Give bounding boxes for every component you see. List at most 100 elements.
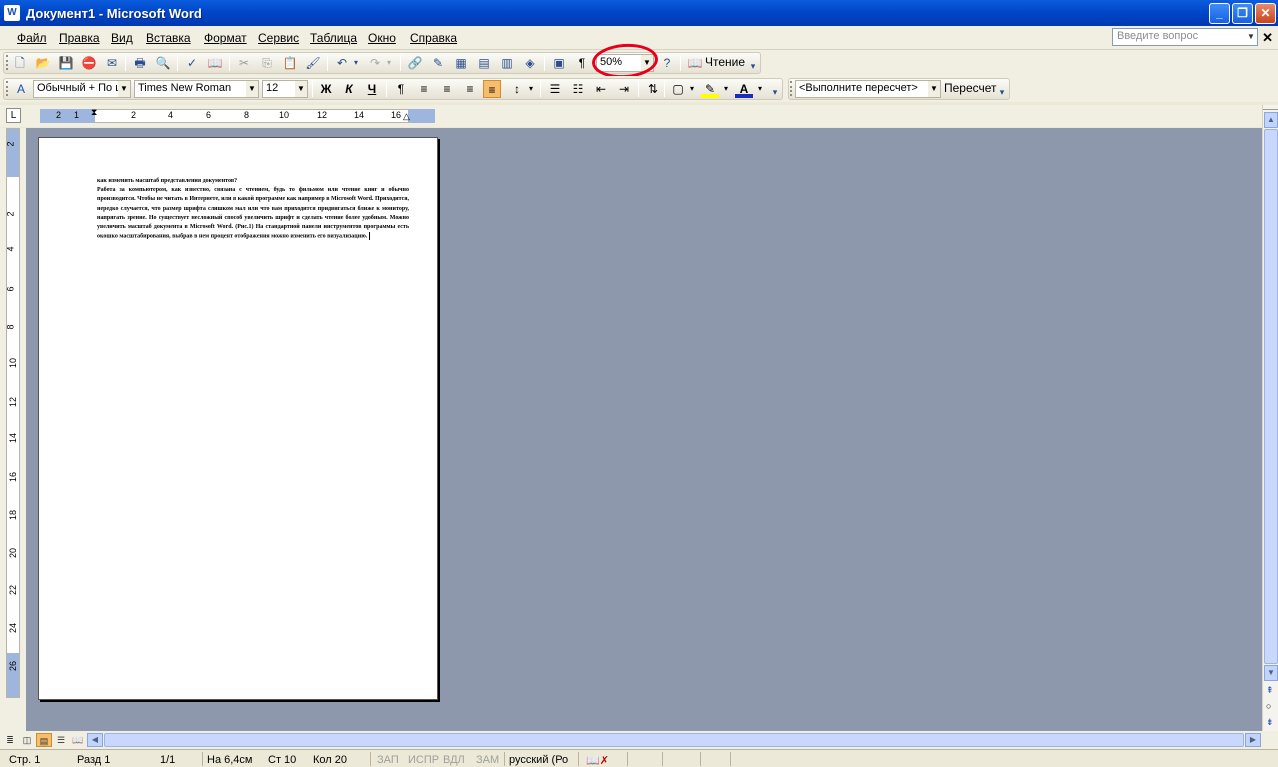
save-icon[interactable]: 💾 bbox=[57, 54, 75, 72]
menu-table[interactable]: Таблица bbox=[310, 31, 357, 45]
redo-icon[interactable]: ↷ bbox=[366, 54, 384, 72]
web-layout-icon[interactable]: ◫ bbox=[19, 733, 35, 747]
hyperlink-icon[interactable]: 🔗 bbox=[406, 54, 424, 72]
style-combo[interactable]: Обычный + По ц ▼ bbox=[33, 80, 131, 98]
next-page-icon[interactable]: ⇟ bbox=[1266, 717, 1274, 728]
status-track-changes[interactable]: ИСПР bbox=[408, 754, 439, 766]
align-left-icon[interactable]: ≡ bbox=[415, 80, 433, 98]
tab-selector[interactable]: L bbox=[6, 108, 21, 123]
menu-tools[interactable]: Сервис bbox=[258, 31, 299, 45]
menu-file[interactable]: Файл bbox=[17, 31, 47, 45]
document-page[interactable]: как изменить масштаб представления докум… bbox=[38, 137, 438, 700]
increase-indent-icon[interactable]: ⇥ bbox=[615, 80, 633, 98]
line-spacing-icon[interactable]: ↕ bbox=[508, 80, 526, 98]
highlight-dropdown-icon[interactable]: ▾ bbox=[721, 80, 731, 98]
recalc-dropdown-icon[interactable]: ▼ bbox=[928, 81, 940, 97]
styles-formatting-icon[interactable]: A bbox=[12, 80, 30, 98]
right-indent-marker[interactable]: △ bbox=[403, 111, 410, 122]
style-dropdown-icon[interactable]: ▼ bbox=[118, 81, 130, 97]
print-icon[interactable]: 🖶 bbox=[131, 54, 149, 72]
insert-excel-icon[interactable]: ▤ bbox=[475, 54, 493, 72]
copy-icon[interactable]: ⎘ bbox=[258, 54, 276, 72]
toolbar-options-icon[interactable]: ▾ bbox=[997, 83, 1007, 101]
split-box[interactable] bbox=[1263, 105, 1278, 110]
print-layout-icon[interactable]: ▤ bbox=[36, 733, 52, 747]
toolbar-options-icon[interactable]: ▾ bbox=[748, 57, 758, 75]
tables-borders-icon[interactable]: ✎ bbox=[429, 54, 447, 72]
format-painter-icon[interactable]: 🖌 bbox=[304, 54, 322, 72]
research-icon[interactable]: 📖 bbox=[206, 54, 224, 72]
status-record[interactable]: ЗАП bbox=[377, 754, 399, 766]
justify-icon[interactable]: ≡ bbox=[483, 80, 501, 98]
size-dropdown-icon[interactable]: ▼ bbox=[295, 81, 307, 97]
redo-dropdown-icon[interactable]: ▾ bbox=[384, 54, 394, 72]
toolbar-grip[interactable] bbox=[790, 81, 793, 96]
select-browse-object-icon[interactable]: ○ bbox=[1266, 701, 1271, 711]
toolbar-grip[interactable] bbox=[6, 81, 9, 96]
previous-page-icon[interactable]: ⇞ bbox=[1266, 685, 1274, 696]
read-button[interactable]: Чтение bbox=[705, 55, 745, 69]
minimize-button[interactable]: _ bbox=[1209, 3, 1230, 24]
spelling-icon[interactable]: ✓ bbox=[183, 54, 201, 72]
menu-help[interactable]: Справка bbox=[410, 31, 457, 45]
normal-view-icon[interactable]: ≣ bbox=[2, 733, 18, 747]
menu-format[interactable]: Формат bbox=[204, 31, 247, 45]
first-line-indent-marker[interactable]: ⧗ bbox=[91, 107, 97, 118]
recalc-combo[interactable]: <Выполните пересчет> ▼ bbox=[795, 80, 941, 98]
line-spacing-dropdown-icon[interactable]: ▾ bbox=[526, 80, 536, 98]
borders-dropdown-icon[interactable]: ▾ bbox=[687, 80, 697, 98]
help-icon[interactable]: ? bbox=[658, 54, 676, 72]
font-size-combo[interactable]: 12 ▼ bbox=[262, 80, 308, 98]
highlight-icon[interactable]: ✎ bbox=[701, 80, 719, 98]
font-combo[interactable]: Times New Roman ▼ bbox=[134, 80, 259, 98]
drawing-icon[interactable]: ◈ bbox=[521, 54, 539, 72]
horizontal-ruler[interactable] bbox=[40, 109, 435, 123]
numbering-icon[interactable]: ☰ bbox=[546, 80, 564, 98]
read-icon[interactable]: 📖 bbox=[686, 54, 704, 72]
undo-icon[interactable]: ↶ bbox=[333, 54, 351, 72]
font-color-dropdown-icon[interactable]: ▾ bbox=[755, 80, 765, 98]
scroll-up-icon[interactable]: ▲ bbox=[1264, 112, 1278, 128]
menu-view[interactable]: Вид bbox=[111, 31, 133, 45]
maximize-button[interactable]: ❐ bbox=[1232, 3, 1253, 24]
close-button[interactable]: ✕ bbox=[1255, 3, 1276, 24]
open-icon[interactable]: 📂 bbox=[34, 54, 52, 72]
vertical-scrollbar[interactable]: ▲ ▼ ⇞ ○ ⇟ bbox=[1262, 105, 1278, 732]
columns-icon[interactable]: ▥ bbox=[498, 54, 516, 72]
horizontal-scroll-thumb[interactable] bbox=[104, 733, 1244, 747]
vertical-scroll-thumb[interactable] bbox=[1264, 129, 1278, 664]
vertical-ruler[interactable]: 2 2 4 6 8 10 12 14 16 18 20 22 24 26 bbox=[6, 128, 20, 698]
show-hide-icon[interactable]: ¶ bbox=[573, 54, 591, 72]
undo-dropdown-icon[interactable]: ▾ bbox=[351, 54, 361, 72]
align-right-icon[interactable]: ≡ bbox=[461, 80, 479, 98]
ltr-icon[interactable]: ¶ bbox=[392, 80, 410, 98]
insert-table-icon[interactable]: ▦ bbox=[452, 54, 470, 72]
spelling-status-icon[interactable]: 📖✗ bbox=[586, 754, 609, 767]
cut-icon[interactable]: ✂ bbox=[235, 54, 253, 72]
font-color-icon[interactable]: A bbox=[735, 80, 753, 98]
align-center-icon[interactable]: ≡ bbox=[438, 80, 456, 98]
document-map-icon[interactable]: ▣ bbox=[550, 54, 568, 72]
menu-window[interactable]: Окно bbox=[368, 31, 396, 45]
document-close-icon[interactable]: ✕ bbox=[1262, 30, 1273, 46]
reading-layout-icon[interactable]: 📖 bbox=[70, 733, 86, 747]
underline-icon[interactable]: Ч bbox=[363, 80, 381, 98]
menu-edit[interactable]: Правка bbox=[59, 31, 100, 45]
toolbar-grip[interactable] bbox=[6, 55, 9, 70]
status-language[interactable]: русский (Ро bbox=[509, 754, 568, 766]
document-text[interactable]: как изменить масштаб представления докум… bbox=[97, 177, 409, 242]
status-extend[interactable]: ВДЛ bbox=[443, 754, 465, 766]
word-app-icon[interactable]: W bbox=[4, 5, 20, 21]
ask-question-input[interactable]: Введите вопрос ▼ bbox=[1112, 28, 1258, 46]
paste-icon[interactable]: 📋 bbox=[281, 54, 299, 72]
new-document-icon[interactable]: 🗋 bbox=[11, 54, 29, 72]
scroll-right-icon[interactable]: ▶ bbox=[1245, 733, 1261, 747]
decrease-indent-icon[interactable]: ⇤ bbox=[592, 80, 610, 98]
ask-dropdown-icon[interactable]: ▼ bbox=[1245, 29, 1257, 45]
print-preview-icon[interactable]: 🔍 bbox=[154, 54, 172, 72]
menu-insert[interactable]: Вставка bbox=[146, 31, 191, 45]
scroll-down-icon[interactable]: ▼ bbox=[1264, 665, 1278, 681]
italic-icon[interactable]: К bbox=[340, 80, 358, 98]
toolbar-options-icon[interactable]: ▾ bbox=[770, 83, 780, 101]
scroll-left-icon[interactable]: ◀ bbox=[87, 733, 103, 747]
